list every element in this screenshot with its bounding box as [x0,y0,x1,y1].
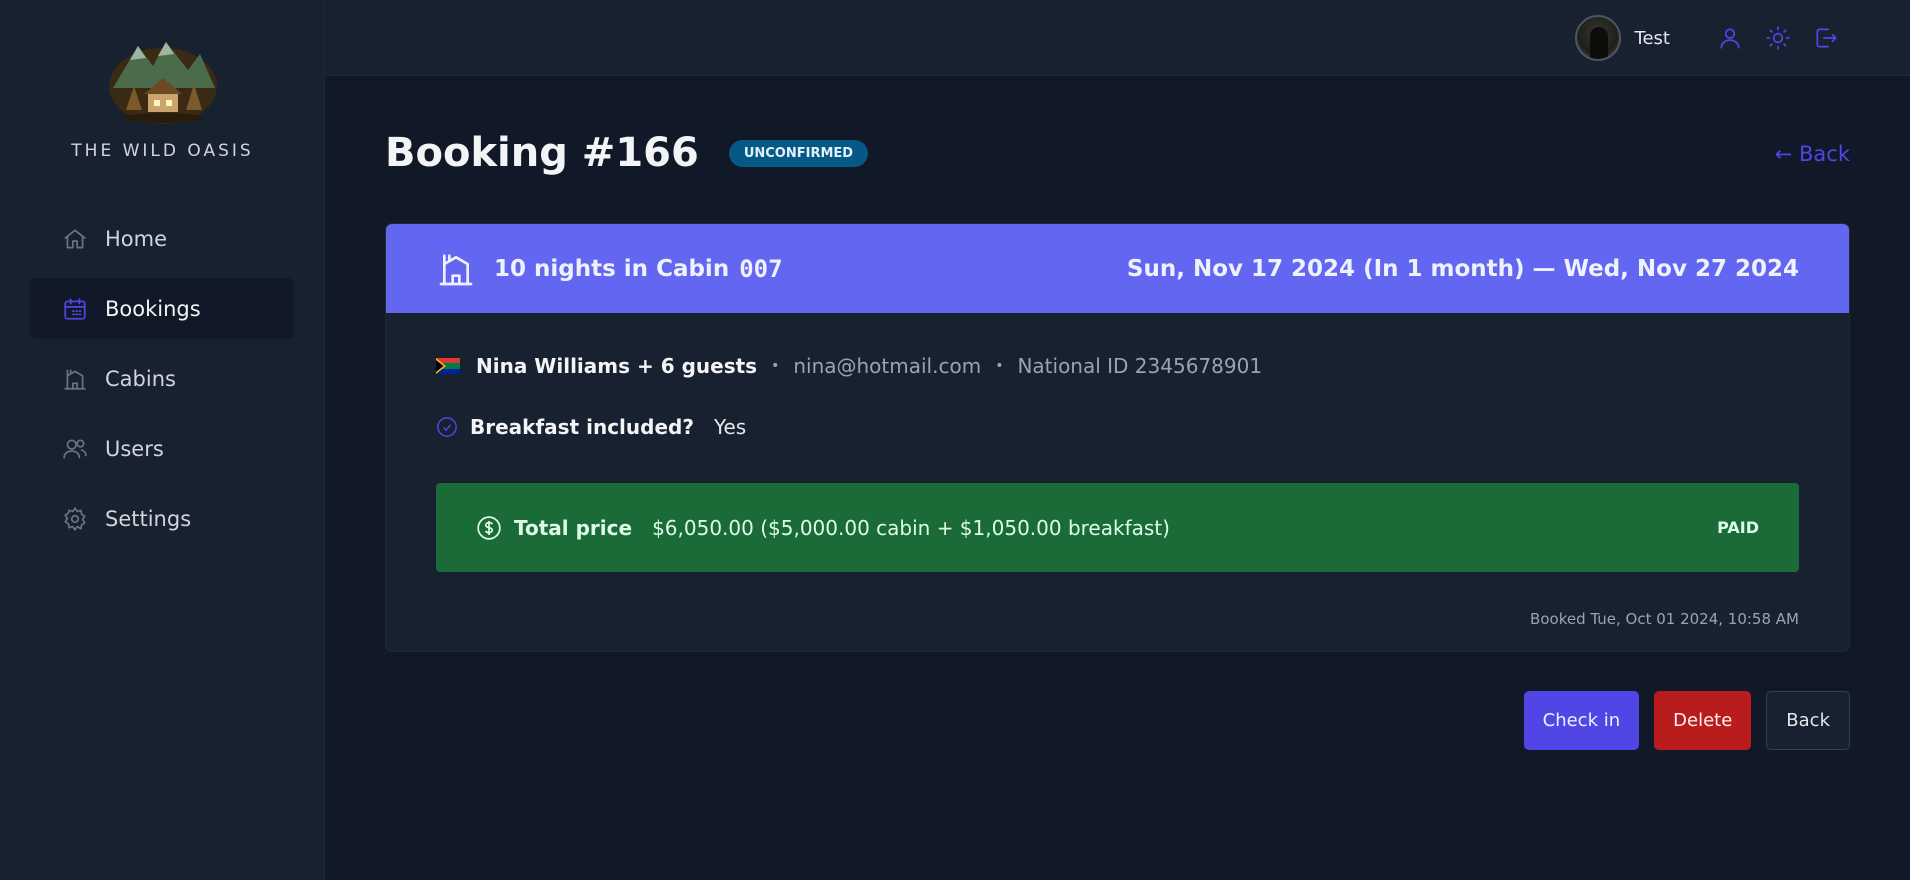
check-circle-icon [437,417,457,437]
users-icon [62,436,88,462]
sidebar-item-label: Bookings [105,296,201,321]
price-label: Total price [514,515,633,540]
separator-dot: • [771,358,780,374]
breakfast-value: Yes [713,415,747,439]
sun-icon[interactable] [1754,14,1802,62]
sidebar: THE WILD OASIS Home Bookings Cabins User… [0,0,325,880]
logo [109,42,217,124]
breakfast-info: Breakfast included? Yes [436,415,746,439]
sidebar-item-label: Home [105,226,168,251]
gear-icon [62,506,88,532]
sidebar-item-home[interactable]: Home [30,208,294,269]
payment-status: Paid [1717,518,1759,537]
check-in-button[interactable]: Check in [1523,691,1640,750]
guest-info: Nina Williams + 6 guests • nina@hotmail.… [436,354,1262,378]
dollar-icon [477,515,501,540]
status-badge: unconfirmed [728,139,869,167]
back-link[interactable]: ← Back [1775,142,1850,166]
sidebar-item-label: Users [105,436,164,461]
user-icon[interactable] [1706,14,1754,62]
south-africa-flag-icon [436,358,460,374]
sidebar-item-cabins[interactable]: Cabins [30,348,294,409]
guest-national-id: National ID 2345678901 [1017,354,1263,378]
top-bar: Test [325,0,1910,76]
brand-name: THE WILD OASIS [71,141,254,161]
price-info: Total price $6,050.00 ($5,000.00 cabin +… [476,515,1170,541]
nights-info: 10 nights in Cabin 007 [436,249,783,289]
booked-timestamp: Booked Tue, Oct 01 2024, 10:58 AM [1530,610,1799,628]
sidebar-item-bookings[interactable]: Bookings [30,278,294,339]
calendar-icon [62,296,88,322]
user-area: Test [1574,14,1850,62]
action-buttons: Check in Delete Back [1523,691,1850,750]
cabin-icon [439,253,473,285]
home-icon [62,226,88,252]
avatar [1574,15,1621,61]
booking-details-card: 10 nights in Cabin 007 Sun, Nov 17 2024 … [385,223,1850,652]
back-button[interactable]: Back [1766,691,1850,750]
logout-icon[interactable] [1802,14,1850,62]
sidebar-item-users[interactable]: Users [30,418,294,479]
username: Test [1634,27,1670,49]
price-box: Total price $6,050.00 ($5,000.00 cabin +… [436,483,1799,572]
sidebar-item-settings[interactable]: Settings [30,488,294,549]
booking-header-band: 10 nights in Cabin 007 Sun, Nov 17 2024 … [386,224,1849,313]
page-title: Booking #166 [385,130,699,176]
cabin-number: 007 [739,254,783,283]
cabin-icon [62,366,88,392]
separator-dot: • [995,358,1004,374]
booking-dates: Sun, Nov 17 2024 (In 1 month) — Wed, Nov… [1126,255,1799,282]
breakfast-label: Breakfast included? [470,415,694,439]
guest-name: Nina Williams + 6 guests [476,354,758,378]
sidebar-item-label: Cabins [105,366,176,391]
price-value: $6,050.00 ($5,000.00 cabin + $1,050.00 b… [652,515,1170,540]
nights-text: 10 nights in Cabin [494,255,730,282]
guest-email: nina@hotmail.com [793,354,982,378]
title-row: Booking #166 unconfirmed [385,130,869,176]
sidebar-nav: Home Bookings Cabins Users Settings [30,208,294,558]
sidebar-item-label: Settings [105,506,192,531]
delete-button[interactable]: Delete [1654,691,1752,750]
